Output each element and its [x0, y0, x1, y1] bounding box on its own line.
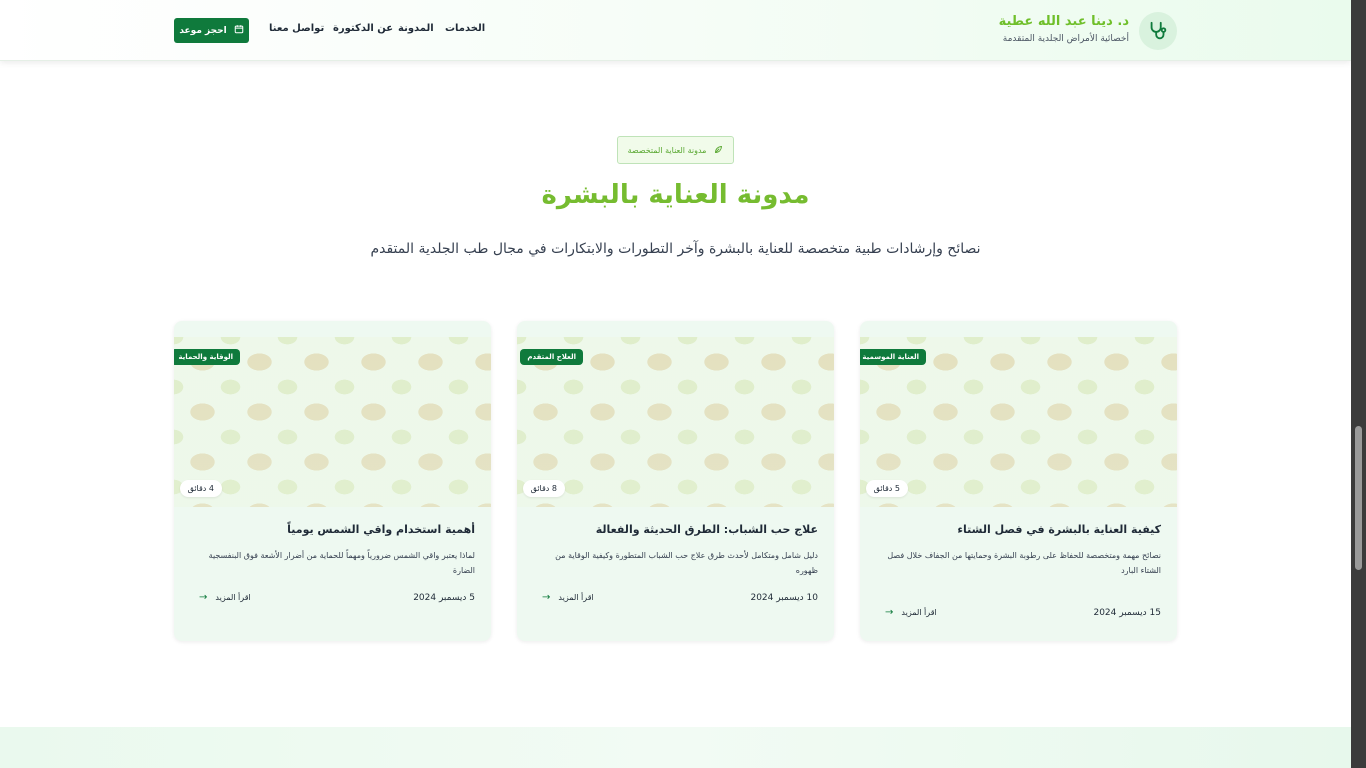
leaf-icon [714, 145, 723, 156]
blog-card[interactable]: العلاج المتقدم 8 دقائق علاج حب الشباب: ا… [517, 321, 834, 641]
card-description: نصائح مهمة ومتخصصة للحفاظ على رطوبة البش… [887, 551, 1161, 575]
card-title[interactable]: أهمية استخدام واقي الشمس يومياً [190, 523, 475, 536]
read-more-link[interactable]: اقرأ المزيد → [542, 592, 594, 603]
read-more-label: اقرأ المزيد [901, 608, 937, 617]
card-description: لماذا يعتبر واقي الشمس ضرورياً ومهماً لل… [208, 551, 475, 575]
section-badge-label: مدونة العناية المتخصصة [627, 145, 707, 155]
read-more-label: اقرأ المزيد [215, 593, 251, 602]
category-badge: الوقاية والحماية [174, 349, 240, 365]
card-title[interactable]: كيفية العناية بالبشرة في فصل الشتاء [876, 523, 1161, 536]
category-badge: العلاج المتقدم [520, 349, 583, 365]
arrow-left-icon: → [199, 592, 208, 603]
card-date: 10 ديسمبر 2024 [750, 593, 818, 603]
arrow-left-icon: → [885, 607, 894, 618]
read-more-label: اقرأ المزيد [558, 593, 594, 602]
page-viewport: د. دينا عبد الله عطية أخصائية الأمراض ال… [0, 0, 1351, 768]
card-date: 15 ديسمبر 2024 [1093, 608, 1161, 618]
nav-contact[interactable]: تواصل معنا [269, 23, 324, 34]
book-appointment-button[interactable]: احجز موعد [174, 18, 249, 43]
nav-blog[interactable]: المدونة [398, 23, 434, 34]
read-time-badge: 4 دقائق [179, 480, 222, 497]
book-button-label: احجز موعد [179, 25, 227, 36]
blog-card[interactable]: الوقاية والحماية 4 دقائق أهمية استخدام و… [174, 321, 491, 641]
blog-card[interactable]: العناية الموسمية 5 دقائق كيفية العناية ب… [860, 321, 1177, 641]
arrow-left-icon: → [542, 592, 551, 603]
read-time-badge: 8 دقائق [522, 480, 565, 497]
card-date: 5 ديسمبر 2024 [413, 593, 475, 603]
section-badge: مدونة العناية المتخصصة [617, 136, 734, 164]
card-description: دليل شامل ومتكامل لأحدث طرق علاج حب الشب… [555, 551, 818, 575]
nav-about[interactable]: عن الدكتورة [333, 23, 393, 34]
card-title[interactable]: علاج حب الشباب: الطرق الحديثة والفعالة [533, 523, 818, 536]
brand-name[interactable]: د. دينا عبد الله عطية [999, 14, 1129, 29]
brand-subtitle: أخصائية الأمراض الجلدية المتقدمة [1002, 34, 1129, 44]
read-more-link[interactable]: اقرأ المزيد → [199, 592, 251, 603]
section-title: مدونة العناية بالبشرة [541, 180, 810, 210]
read-more-link[interactable]: اقرأ المزيد → [885, 607, 937, 618]
scrollbar-thumb[interactable] [1355, 426, 1362, 570]
next-section-band [0, 727, 1351, 768]
category-badge: العناية الموسمية [860, 349, 926, 365]
stethoscope-icon[interactable] [1139, 12, 1177, 50]
vertical-scrollbar[interactable] [1351, 0, 1366, 768]
calendar-icon [234, 24, 244, 37]
read-time-badge: 5 دقائق [865, 480, 908, 497]
nav-services[interactable]: الخدمات [445, 23, 485, 34]
site-header: د. دينا عبد الله عطية أخصائية الأمراض ال… [0, 0, 1351, 61]
section-subtitle: نصائح وإرشادات طبية متخصصة للعناية بالبش… [370, 241, 981, 257]
